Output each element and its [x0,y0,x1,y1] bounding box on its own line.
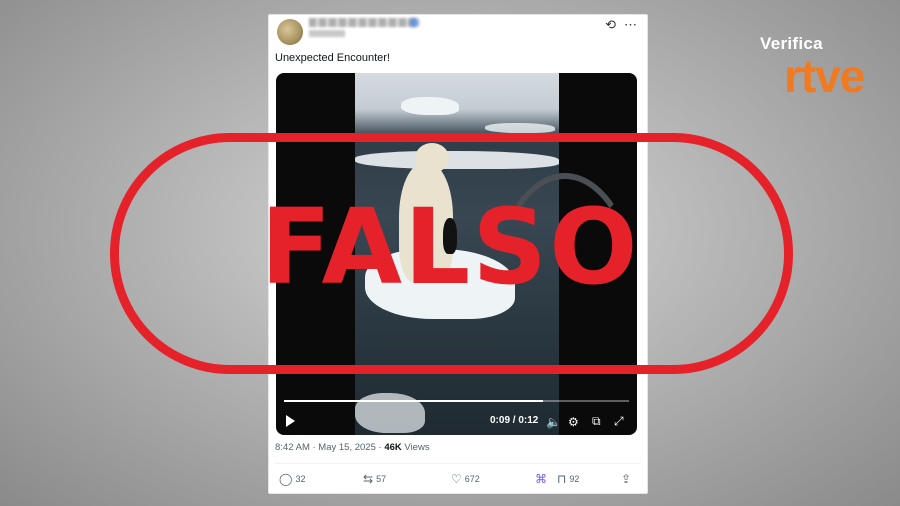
fullscreen-icon[interactable]: ⤢ [614,414,624,429]
reply-icon: ◯ [279,472,293,486]
picture-in-picture-icon[interactable]: ⧉ [592,414,601,429]
settings-icon[interactable]: ⚙ [568,415,579,429]
like-button[interactable]: ♡ 672 [451,472,480,486]
divider [275,463,641,464]
video-progress-bar[interactable] [284,400,629,402]
blurred-handle [309,30,345,37]
tweet-text: Unexpected Encounter! [275,52,390,64]
avatar[interactable] [277,19,303,45]
grok-icon: ⌘ [535,472,547,486]
action-bar: ◯ 32 ⇆ 57 ♡ 672 ⌘ ⊓ 92 ⇪ [269,472,647,488]
share-button[interactable]: ⇪ [621,472,631,486]
falso-stamp-text: FALSO [260,186,640,308]
repost-button[interactable]: ⇆ 57 [363,472,386,486]
blurred-username [309,18,419,27]
volume-icon[interactable]: 🔈 [546,415,561,429]
grok-share-button[interactable]: ⌘ [535,472,547,486]
views-count: 46K [384,442,402,453]
repost-icon: ⇆ [363,472,374,486]
heart-icon: ♡ [451,472,462,486]
play-icon[interactable] [286,415,295,427]
bookmark-button[interactable]: ⊓ 92 [557,472,579,486]
tweet-meta: 8:42 AM · May 15, 2025 · 46K Views [275,442,430,453]
more-icon[interactable]: ⋯ [624,17,637,33]
reply-button[interactable]: ◯ 32 [279,472,305,486]
bookmark-icon: ⊓ [557,472,567,486]
video-time: 0:09 / 0:12 [490,415,539,426]
share-icon: ⇪ [621,472,632,486]
timestamp[interactable]: 8:42 AM · May 15, 2025 [275,442,376,453]
brand-rtve-logo: rtve [784,50,865,102]
views-label: Views [404,442,430,453]
grok-icon[interactable]: ⟲ [605,17,616,33]
verified-badge-icon [409,18,419,27]
